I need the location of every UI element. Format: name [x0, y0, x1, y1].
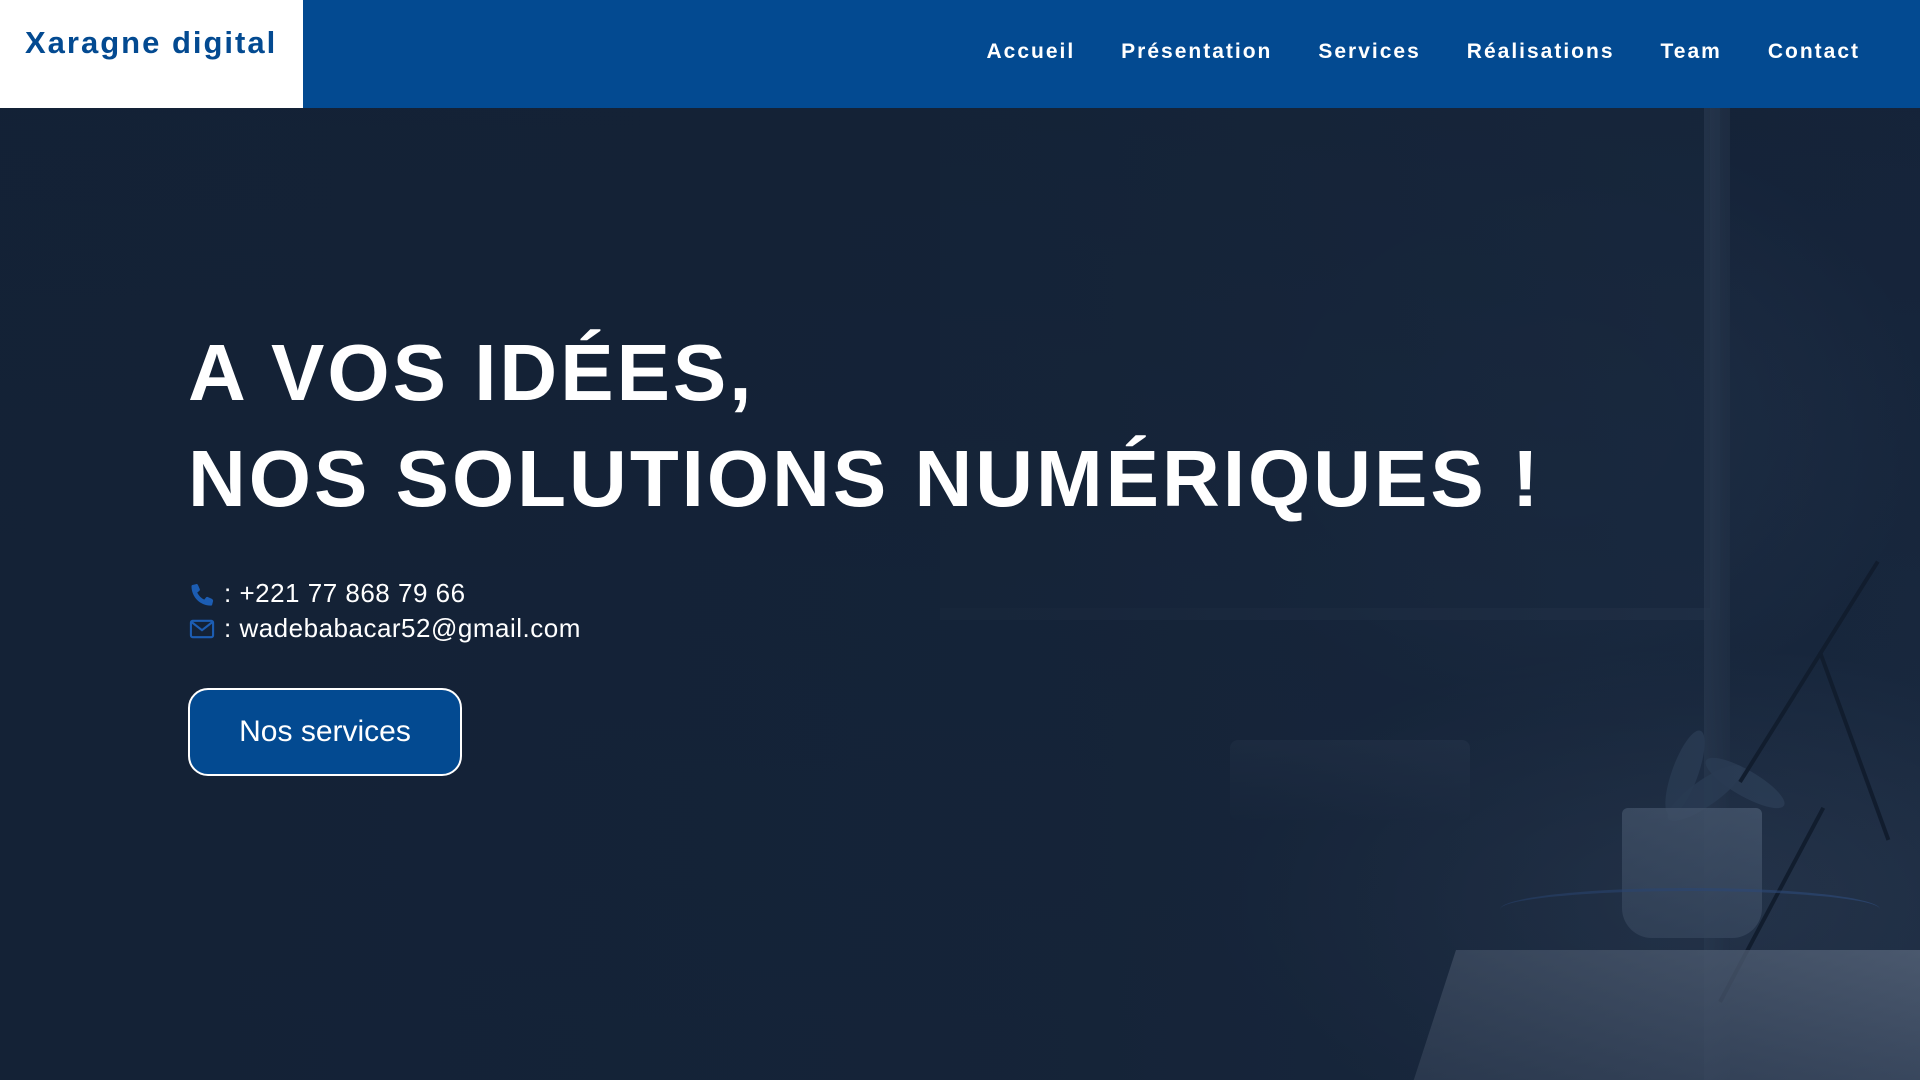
hero-headline-line-2: NOS SOLUTIONS NUMÉRIQUES ! — [188, 434, 1542, 523]
nav-item-presentation[interactable]: Présentation — [1121, 40, 1272, 64]
hero-content: A VOS IDÉES, NOS SOLUTIONS NUMÉRIQUES ! … — [188, 320, 1542, 776]
email-row: : wadebabacar52@gmail.com — [188, 611, 1542, 646]
our-services-button[interactable]: Nos services — [188, 688, 462, 776]
main-nav: Accueil Présentation Services Réalisatio… — [940, 40, 1860, 64]
phone-icon — [188, 580, 218, 608]
email-text[interactable]: : wadebabacar52@gmail.com — [224, 613, 581, 644]
site-header: Xaragne digital Accueil Présentation Ser… — [0, 0, 1920, 108]
hero-headline-line-1: A VOS IDÉES, — [188, 328, 755, 417]
nav-item-realisations[interactable]: Réalisations — [1467, 40, 1615, 64]
page: Xaragne digital Accueil Présentation Ser… — [0, 0, 1920, 1080]
nav-item-services[interactable]: Services — [1318, 40, 1420, 64]
logo-box[interactable]: Xaragne digital — [0, 0, 303, 108]
site-logo[interactable]: Xaragne digital — [25, 25, 277, 61]
nav-item-team[interactable]: Team — [1661, 40, 1722, 64]
hero-headline: A VOS IDÉES, NOS SOLUTIONS NUMÉRIQUES ! — [188, 320, 1542, 532]
envelope-icon — [188, 615, 218, 643]
nav-item-contact[interactable]: Contact — [1768, 40, 1860, 64]
phone-text[interactable]: : +221 77 868 79 66 — [224, 578, 466, 609]
phone-row: : +221 77 868 79 66 — [188, 576, 1542, 611]
contact-info: : +221 77 868 79 66 : wadebabacar52@gmai… — [188, 576, 1542, 646]
nav-item-accueil[interactable]: Accueil — [986, 40, 1075, 64]
